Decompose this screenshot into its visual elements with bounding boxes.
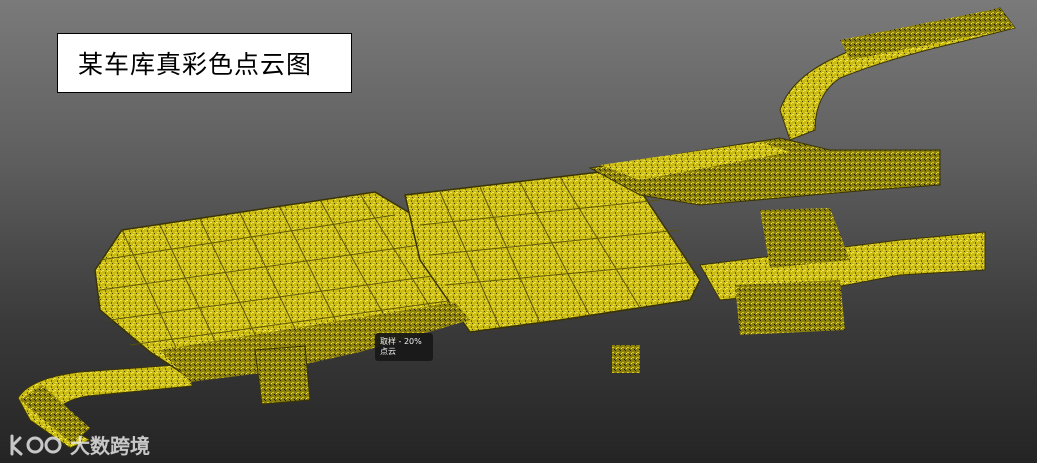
watermark-logo-icon (10, 434, 62, 455)
tooltip-pointcloud-text: 点云 (380, 347, 396, 356)
point-cloud-viewport[interactable]: 某车库真彩色点云图 取样 - 20% 点云 大数跨境 (0, 0, 1037, 463)
watermark: 大数跨境 (8, 430, 150, 459)
tooltip-sampling-text: 取样 - 20% (380, 337, 422, 346)
watermark-brand: 大数跨境 (70, 434, 150, 458)
image-title: 某车库真彩色点云图 (57, 33, 352, 93)
point-cluster (612, 345, 640, 373)
sampling-tooltip: 取样 - 20% 点云 (375, 333, 433, 361)
